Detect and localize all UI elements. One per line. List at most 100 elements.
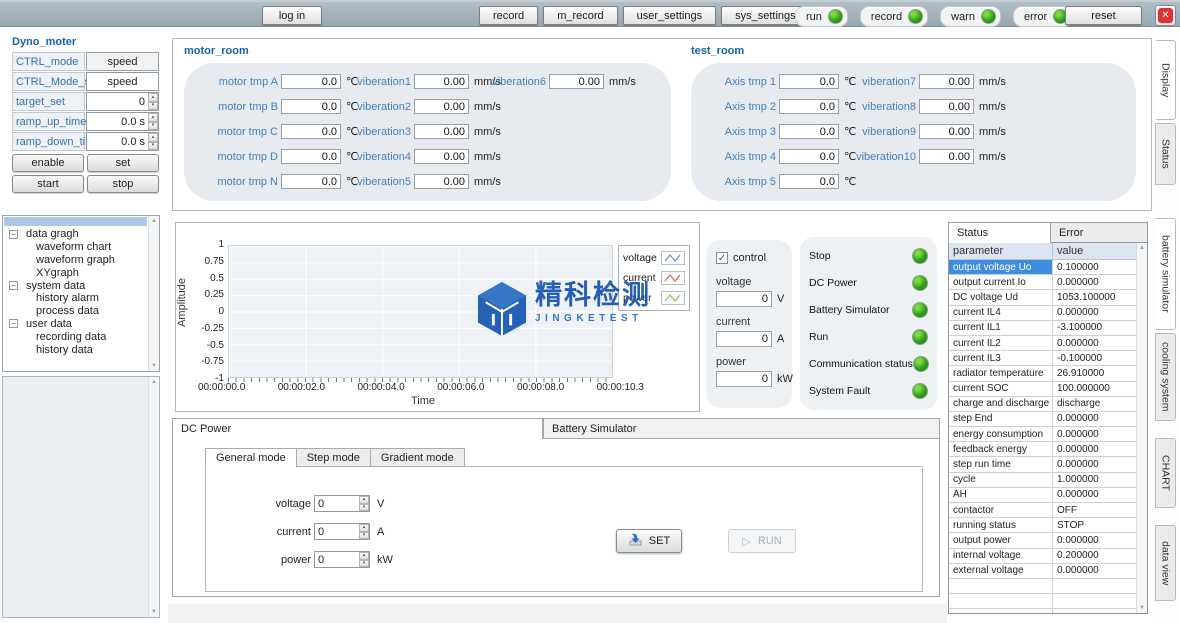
- spinner-down-icon[interactable]: ▾: [359, 504, 369, 512]
- table-row[interactable]: current IL2 0.000000: [949, 336, 1136, 351]
- setpoint-input[interactable]: 0 ▴ ▾: [314, 495, 370, 512]
- spinner-up-icon[interactable]: ▴: [148, 93, 158, 102]
- tree-item[interactable]: − waveform chart: [5, 241, 146, 254]
- table-row[interactable]: output voltage Uo 0.100000: [949, 260, 1136, 275]
- spinner-up-icon[interactable]: ▴: [148, 113, 158, 122]
- side-tab[interactable]: data view: [1155, 525, 1176, 601]
- legend-item[interactable]: voltage: [623, 250, 685, 266]
- spinner-down-icon[interactable]: ▾: [148, 122, 158, 131]
- table-row[interactable]: [949, 579, 1136, 594]
- spinner-control[interactable]: ▴ ▾: [148, 93, 158, 110]
- toolbar-button[interactable]: m_record: [543, 6, 617, 25]
- table-row[interactable]: AH 0.000000: [949, 488, 1136, 503]
- table-row[interactable]: internal voltage 0.200000: [949, 549, 1136, 564]
- mode-tab[interactable]: General mode: [205, 448, 297, 468]
- table-scrollbar[interactable]: ▲ ▼: [1136, 243, 1147, 613]
- parameter-cell[interactable]: current IL1: [949, 321, 1053, 335]
- table-row[interactable]: radiator temperature 26.910000: [949, 366, 1136, 381]
- dyno-row-value[interactable]: speed ▴ ▾: [86, 72, 159, 91]
- dyno-button[interactable]: set: [87, 154, 159, 172]
- close-button[interactable]: ✕: [1155, 5, 1176, 26]
- spinner-down-icon[interactable]: ▾: [359, 560, 369, 568]
- dyno-button[interactable]: start: [12, 175, 84, 193]
- tab-status[interactable]: Status: [948, 222, 1051, 243]
- spinner-control[interactable]: ▴ ▾: [359, 496, 369, 511]
- tree-item[interactable]: − system data: [5, 279, 146, 292]
- parameter-cell[interactable]: running status: [949, 518, 1053, 532]
- mode-tab[interactable]: Gradient mode: [370, 448, 465, 467]
- table-row[interactable]: current SOC 100.000000: [949, 382, 1136, 397]
- parameter-cell[interactable]: output current Io: [949, 275, 1053, 289]
- parameter-cell[interactable]: charge and discharge: [949, 397, 1053, 411]
- scroll-up-icon[interactable]: ▲: [151, 379, 157, 385]
- parameter-cell[interactable]: current IL4: [949, 306, 1053, 320]
- setpoint-input[interactable]: 0 ▴ ▾: [314, 523, 370, 540]
- table-row[interactable]: step End 0.000000: [949, 412, 1136, 427]
- spinner-up-icon[interactable]: ▴: [359, 496, 369, 504]
- spinner-down-icon[interactable]: ▾: [148, 142, 158, 151]
- setpoint-input[interactable]: 0 ▴ ▾: [314, 551, 370, 568]
- table-row[interactable]: current IL1 -3.100000: [949, 321, 1136, 336]
- dyno-button[interactable]: enable: [12, 154, 84, 172]
- spinner-control[interactable]: ▴ ▾: [148, 133, 158, 150]
- parameter-cell[interactable]: current IL3: [949, 351, 1053, 365]
- dyno-row-value[interactable]: speed ▴ ▾: [86, 52, 159, 71]
- tab-error[interactable]: Error: [1050, 222, 1148, 243]
- parameter-cell[interactable]: feedback energy: [949, 442, 1053, 456]
- dyno-row-value[interactable]: 0.0 s ▴ ▾: [86, 132, 159, 151]
- spinner-down-icon[interactable]: ▾: [148, 102, 158, 111]
- run-button[interactable]: ▷ RUN: [728, 529, 796, 553]
- parameter-cell[interactable]: step End: [949, 412, 1053, 426]
- mode-tab[interactable]: Step mode: [296, 448, 371, 467]
- parameter-cell[interactable]: DC voltage Ud: [949, 290, 1053, 304]
- table-row[interactable]: [949, 609, 1136, 614]
- tree-expander-icon[interactable]: −: [9, 230, 18, 239]
- parameter-cell[interactable]: contactor: [949, 503, 1053, 517]
- lower-panel-scrollbar[interactable]: ▲ ▼: [148, 377, 159, 617]
- parameter-cell[interactable]: [949, 579, 1053, 593]
- spinner-up-icon[interactable]: ▴: [148, 133, 158, 142]
- parameter-cell[interactable]: current IL2: [949, 336, 1053, 350]
- dyno-button[interactable]: stop: [87, 175, 159, 193]
- spinner-up-icon[interactable]: ▴: [359, 552, 369, 560]
- tree-expander-icon[interactable]: −: [9, 319, 18, 328]
- table-row[interactable]: energy consumption 0.000000: [949, 427, 1136, 442]
- dyno-row-value[interactable]: 0.0 s ▴ ▾: [86, 112, 159, 131]
- reset-button[interactable]: reset: [1065, 6, 1142, 25]
- tree-item[interactable]: − XYgraph: [5, 266, 146, 279]
- tree-expander-icon[interactable]: −: [9, 281, 18, 290]
- table-row[interactable]: [949, 594, 1136, 609]
- parameter-cell[interactable]: [949, 594, 1053, 608]
- set-button[interactable]: SET: [616, 529, 682, 553]
- table-row[interactable]: output power 0.000000: [949, 533, 1136, 548]
- tree-item[interactable]: − history data: [5, 343, 146, 356]
- tree-item[interactable]: − data gragh: [5, 228, 146, 241]
- parameter-cell[interactable]: internal voltage: [949, 549, 1053, 563]
- checkbox-checked-icon[interactable]: ✓: [716, 252, 728, 264]
- scroll-down-icon[interactable]: ▼: [151, 609, 157, 615]
- parameter-cell[interactable]: output power: [949, 533, 1053, 547]
- scroll-up-icon[interactable]: ▲: [1139, 245, 1145, 251]
- parameter-cell[interactable]: output voltage Uo: [949, 260, 1053, 274]
- scroll-down-icon[interactable]: ▼: [151, 363, 157, 369]
- tree-item[interactable]: − process data: [5, 305, 146, 318]
- tab-battery-simulator[interactable]: Battery Simulator: [543, 418, 940, 439]
- parameter-cell[interactable]: [949, 609, 1053, 614]
- spinner-control[interactable]: ▴ ▾: [359, 524, 369, 539]
- parameter-cell[interactable]: radiator temperature: [949, 366, 1053, 380]
- table-row[interactable]: running status STOP: [949, 518, 1136, 533]
- parameter-cell[interactable]: current SOC: [949, 382, 1053, 396]
- scroll-down-icon[interactable]: ▼: [1139, 605, 1145, 611]
- scroll-up-icon[interactable]: ▲: [151, 218, 157, 224]
- table-row[interactable]: output current Io 0.000000: [949, 275, 1136, 290]
- toolbar-button[interactable]: user_settings: [623, 6, 716, 25]
- table-row[interactable]: charge and discharge discharge: [949, 397, 1136, 412]
- table-row[interactable]: current IL4 0.000000: [949, 306, 1136, 321]
- spinner-down-icon[interactable]: ▾: [359, 532, 369, 540]
- spinner-up-icon[interactable]: ▴: [359, 524, 369, 532]
- parameter-cell[interactable]: external voltage: [949, 564, 1053, 578]
- tree-scrollbar[interactable]: ▲ ▼: [148, 216, 159, 371]
- control-checkbox-row[interactable]: ✓ control: [716, 252, 766, 264]
- login-button[interactable]: log in: [262, 6, 322, 25]
- table-row[interactable]: feedback energy 0.000000: [949, 442, 1136, 457]
